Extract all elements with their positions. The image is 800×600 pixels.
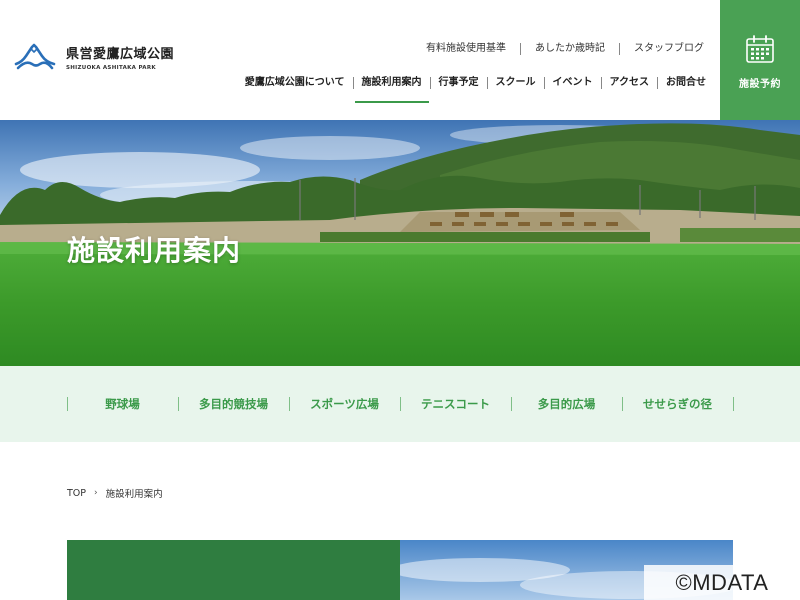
utility-nav: 有料施設使用基準 あしたか歳時記 スタッフブログ — [426, 43, 704, 55]
site-logo[interactable]: 県営愛鷹広域公園 SHIZUOKA ASHITAKA PARK — [14, 42, 174, 72]
nav-item-school[interactable]: スクール — [486, 77, 544, 89]
calendar-icon — [746, 35, 774, 63]
breadcrumb-separator: › — [94, 488, 98, 498]
breadcrumb-current: 施設利用案内 — [105, 489, 163, 500]
breadcrumb-home[interactable]: TOP — [67, 488, 86, 499]
watermark: ©MDATA — [644, 565, 800, 600]
site-title: 県営愛鷹広域公園 — [66, 47, 175, 62]
utility-link-seasonal-calendar[interactable]: あしたか歳時記 — [520, 43, 619, 55]
utility-link-staff-blog[interactable]: スタッフブログ — [619, 43, 704, 55]
subnav-item-baseball[interactable]: 野球場 — [66, 397, 178, 411]
nav-item-schedule[interactable]: 行事予定 — [429, 77, 487, 89]
mountain-logo-icon — [14, 43, 56, 70]
subnav-item-tennis-court[interactable]: テニスコート — [399, 397, 511, 411]
site-subtitle: SHIZUOKA ASHITAKA PARK — [66, 65, 156, 71]
nav-item-event[interactable]: イベント — [543, 77, 601, 89]
subnav-item-stream-path[interactable]: せせらぎの径 — [621, 397, 734, 411]
subnav-item-multipurpose-stadium[interactable]: 多目的競技場 — [177, 397, 289, 411]
utility-link-fee-standards[interactable]: 有料施設使用基準 — [426, 43, 520, 55]
content-panel-green — [67, 540, 400, 600]
global-nav: 愛鷹広域公園について 施設利用案内 行事予定 スクール イベント アクセス お問… — [237, 77, 714, 103]
nav-item-facility-guide[interactable]: 施設利用案内 — [352, 77, 430, 103]
reserve-label: 施設予約 — [739, 79, 781, 90]
site-header: 県営愛鷹広域公園 SHIZUOKA ASHITAKA PARK 有料施設使用基準… — [0, 0, 800, 120]
page-title: 施設利用案内 — [67, 234, 242, 267]
hero-banner: 施設利用案内 — [0, 120, 800, 366]
facility-subnav: 野球場 多目的競技場 スポーツ広場 テニスコート 多目的広場 せせらぎの径 — [0, 366, 800, 442]
nav-item-contact[interactable]: お問合せ — [657, 77, 714, 89]
reserve-button[interactable]: 施設予約 — [720, 0, 800, 120]
nav-item-access[interactable]: アクセス — [600, 77, 658, 89]
subnav-item-sports-plaza[interactable]: スポーツ広場 — [288, 397, 400, 411]
breadcrumb: TOP › 施設利用案内 — [67, 486, 163, 501]
subnav-item-multipurpose-plaza[interactable]: 多目的広場 — [510, 397, 622, 411]
nav-item-about[interactable]: 愛鷹広域公園について — [237, 77, 353, 89]
